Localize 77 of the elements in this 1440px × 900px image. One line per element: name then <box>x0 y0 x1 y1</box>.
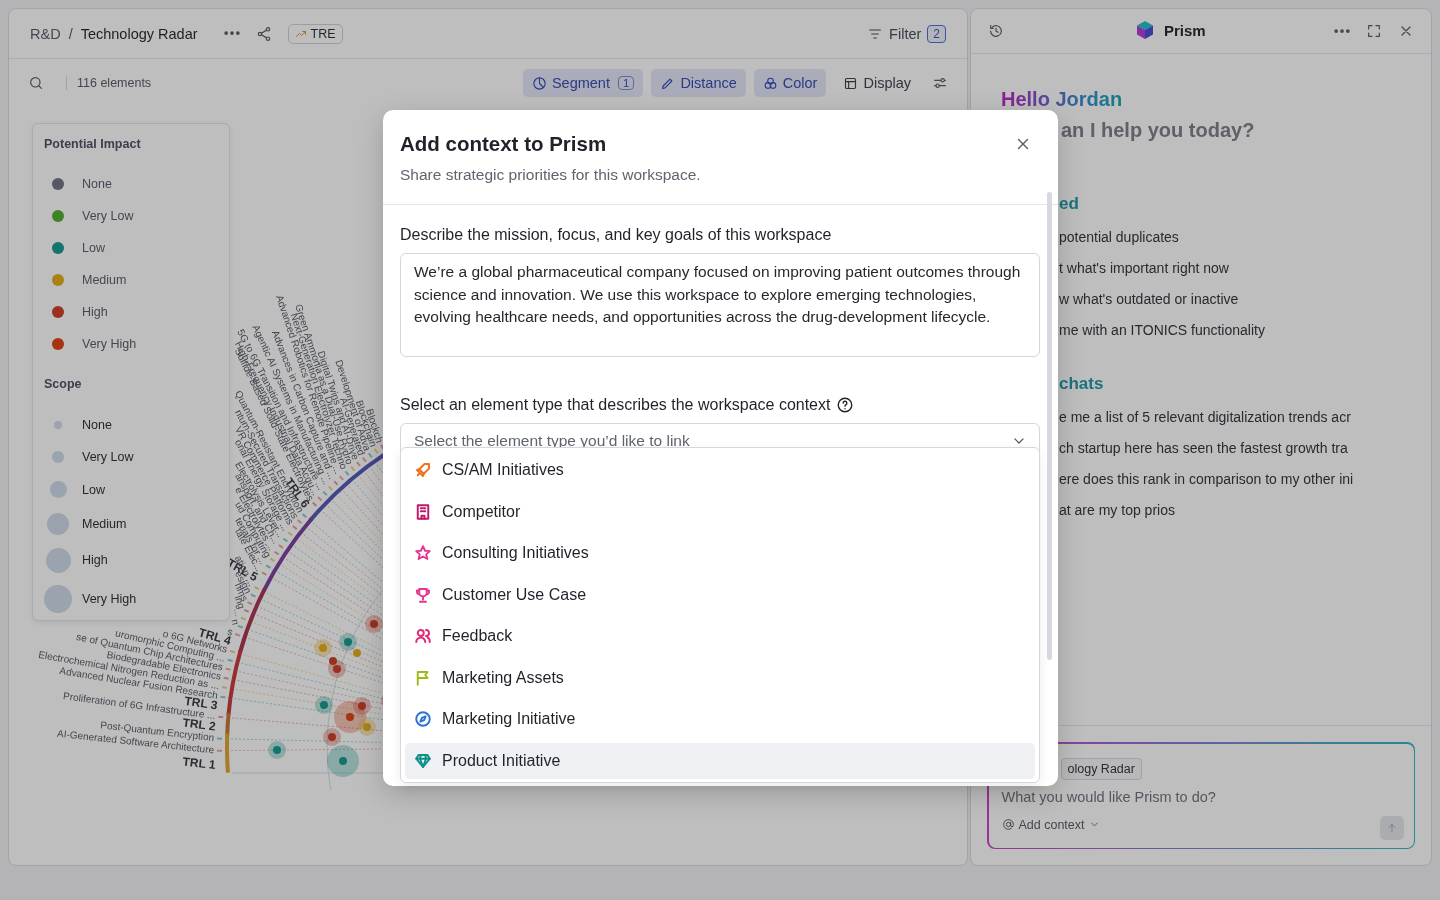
size-circle <box>54 420 62 429</box>
suggestion-link[interactable]: ch startup here has seen the fastest growth tra <box>1059 440 1348 458</box>
legend-label: Very High <box>82 337 137 351</box>
legend-title: Scope <box>43 376 83 393</box>
at-sign-icon <box>1001 818 1015 831</box>
greeting-question: an I help you today? <box>1061 119 1255 142</box>
section-title: chats <box>1059 374 1104 394</box>
share-icon <box>255 25 272 42</box>
sliders-icon <box>932 75 948 91</box>
trend-tag[interactable]: TRE <box>287 23 343 44</box>
suggestion-link[interactable]: at are my top prios <box>1059 502 1175 520</box>
toolbar-button[interactable]: Display <box>834 69 920 97</box>
legend-label: Very Low <box>82 209 134 223</box>
layout-icon <box>843 75 859 91</box>
segment-label: TRL 1 <box>181 754 217 773</box>
more-icon <box>1334 28 1350 34</box>
field-label: Describe the mission, focus, and key goals of this workspace <box>400 226 832 244</box>
dropdown-option[interactable]: Product Initiative <box>405 742 1035 779</box>
dropdown-option[interactable]: Marketing Assets <box>405 659 1035 696</box>
prism-logo-icon <box>1135 20 1155 40</box>
suggestion-link[interactable]: e me a list of 5 relevant digitalization trends acr <box>1059 409 1351 427</box>
legend-label: Medium <box>82 273 127 287</box>
dropdown-option[interactable]: Consulting Initiatives <box>405 535 1035 571</box>
suggestion-link[interactable]: t what's important right now <box>1059 260 1229 278</box>
circles-icon <box>762 75 778 91</box>
count-badge: 1 <box>617 76 635 90</box>
count-badge: 2 <box>927 24 946 43</box>
context-chip[interactable]: ology Radar <box>1060 757 1142 780</box>
size-circle <box>44 585 72 613</box>
legend-label: High <box>82 305 108 319</box>
size-circle <box>52 451 64 463</box>
panel-title: Prism <box>1164 21 1206 39</box>
suggestion-link[interactable]: w what's outdated or inactive <box>1059 291 1239 309</box>
history-icon <box>988 23 1004 39</box>
suggestion-link[interactable]: me with an ITONICS functionality <box>1059 322 1265 340</box>
suggestion-link[interactable]: potential duplicates <box>1059 229 1179 247</box>
page-title: Technology Radar <box>80 25 198 42</box>
legend-label: None <box>82 417 112 432</box>
dialog-title: Add context to Prism <box>400 132 607 156</box>
size-circle <box>45 547 71 573</box>
prompt-placeholder: What you would like Prism to do? <box>1001 788 1216 805</box>
toolbar-button[interactable]: Distance <box>651 69 746 97</box>
legend-label: High <box>82 553 108 567</box>
legend-label: Low <box>82 482 105 497</box>
scrollbar[interactable] <box>1047 192 1052 660</box>
description-field[interactable]: We’re a global pharmaceutical company focused on improving patient outcomes through science and innovation. We use this workspace to explore emerging technologies, evolving healthcare needs, and opportunities across the drug-development lifecycle. <box>400 253 1040 357</box>
legend-label: None <box>82 177 112 191</box>
dropdown-option[interactable]: Feedback <box>405 618 1035 654</box>
legend-title: Potential Impact <box>43 136 142 153</box>
dropdown-option[interactable]: Customer Use Case <box>405 576 1035 613</box>
pie-chart-icon <box>531 75 547 91</box>
breadcrumb-separator: / <box>68 25 73 42</box>
field-label: Select an element type that describes the workspace context <box>400 396 831 414</box>
toolbar-button[interactable]: Segment 1 <box>522 69 644 97</box>
suggestion-link[interactable]: ere does this rank in comparison to my other ini <box>1059 471 1354 489</box>
arrow-up-icon <box>1385 821 1398 834</box>
element-count: 116 elements <box>66 76 152 90</box>
dropdown-option[interactable]: Marketing Initiative <box>405 701 1035 737</box>
prompt-box[interactable]: ology Radar What you would like Prism to do? Add context <box>987 742 1415 849</box>
dropdown-option[interactable]: Competitor <box>405 493 1035 530</box>
size-circle <box>49 481 67 498</box>
search-icon <box>28 75 44 91</box>
expand-icon <box>1366 23 1382 39</box>
add-context-button[interactable]: Add context <box>1001 817 1100 832</box>
radar-label: n <box>229 618 242 626</box>
toolbar-button[interactable]: Color <box>753 69 827 97</box>
help-icon[interactable] <box>836 396 855 414</box>
more-icon <box>223 31 240 36</box>
dialog-subtitle: Share strategic priorities for this workspace. <box>400 166 702 184</box>
filter-button[interactable]: Filter 2 <box>867 24 946 43</box>
legend-label: Very High <box>82 592 137 606</box>
breadcrumb-link[interactable]: R&D <box>30 25 61 42</box>
legend-label: Medium <box>82 516 127 531</box>
section-title: ed <box>1059 194 1079 214</box>
legend-label: Low <box>82 241 105 255</box>
legend-label: Very Low <box>82 450 134 464</box>
size-circle <box>47 512 69 535</box>
